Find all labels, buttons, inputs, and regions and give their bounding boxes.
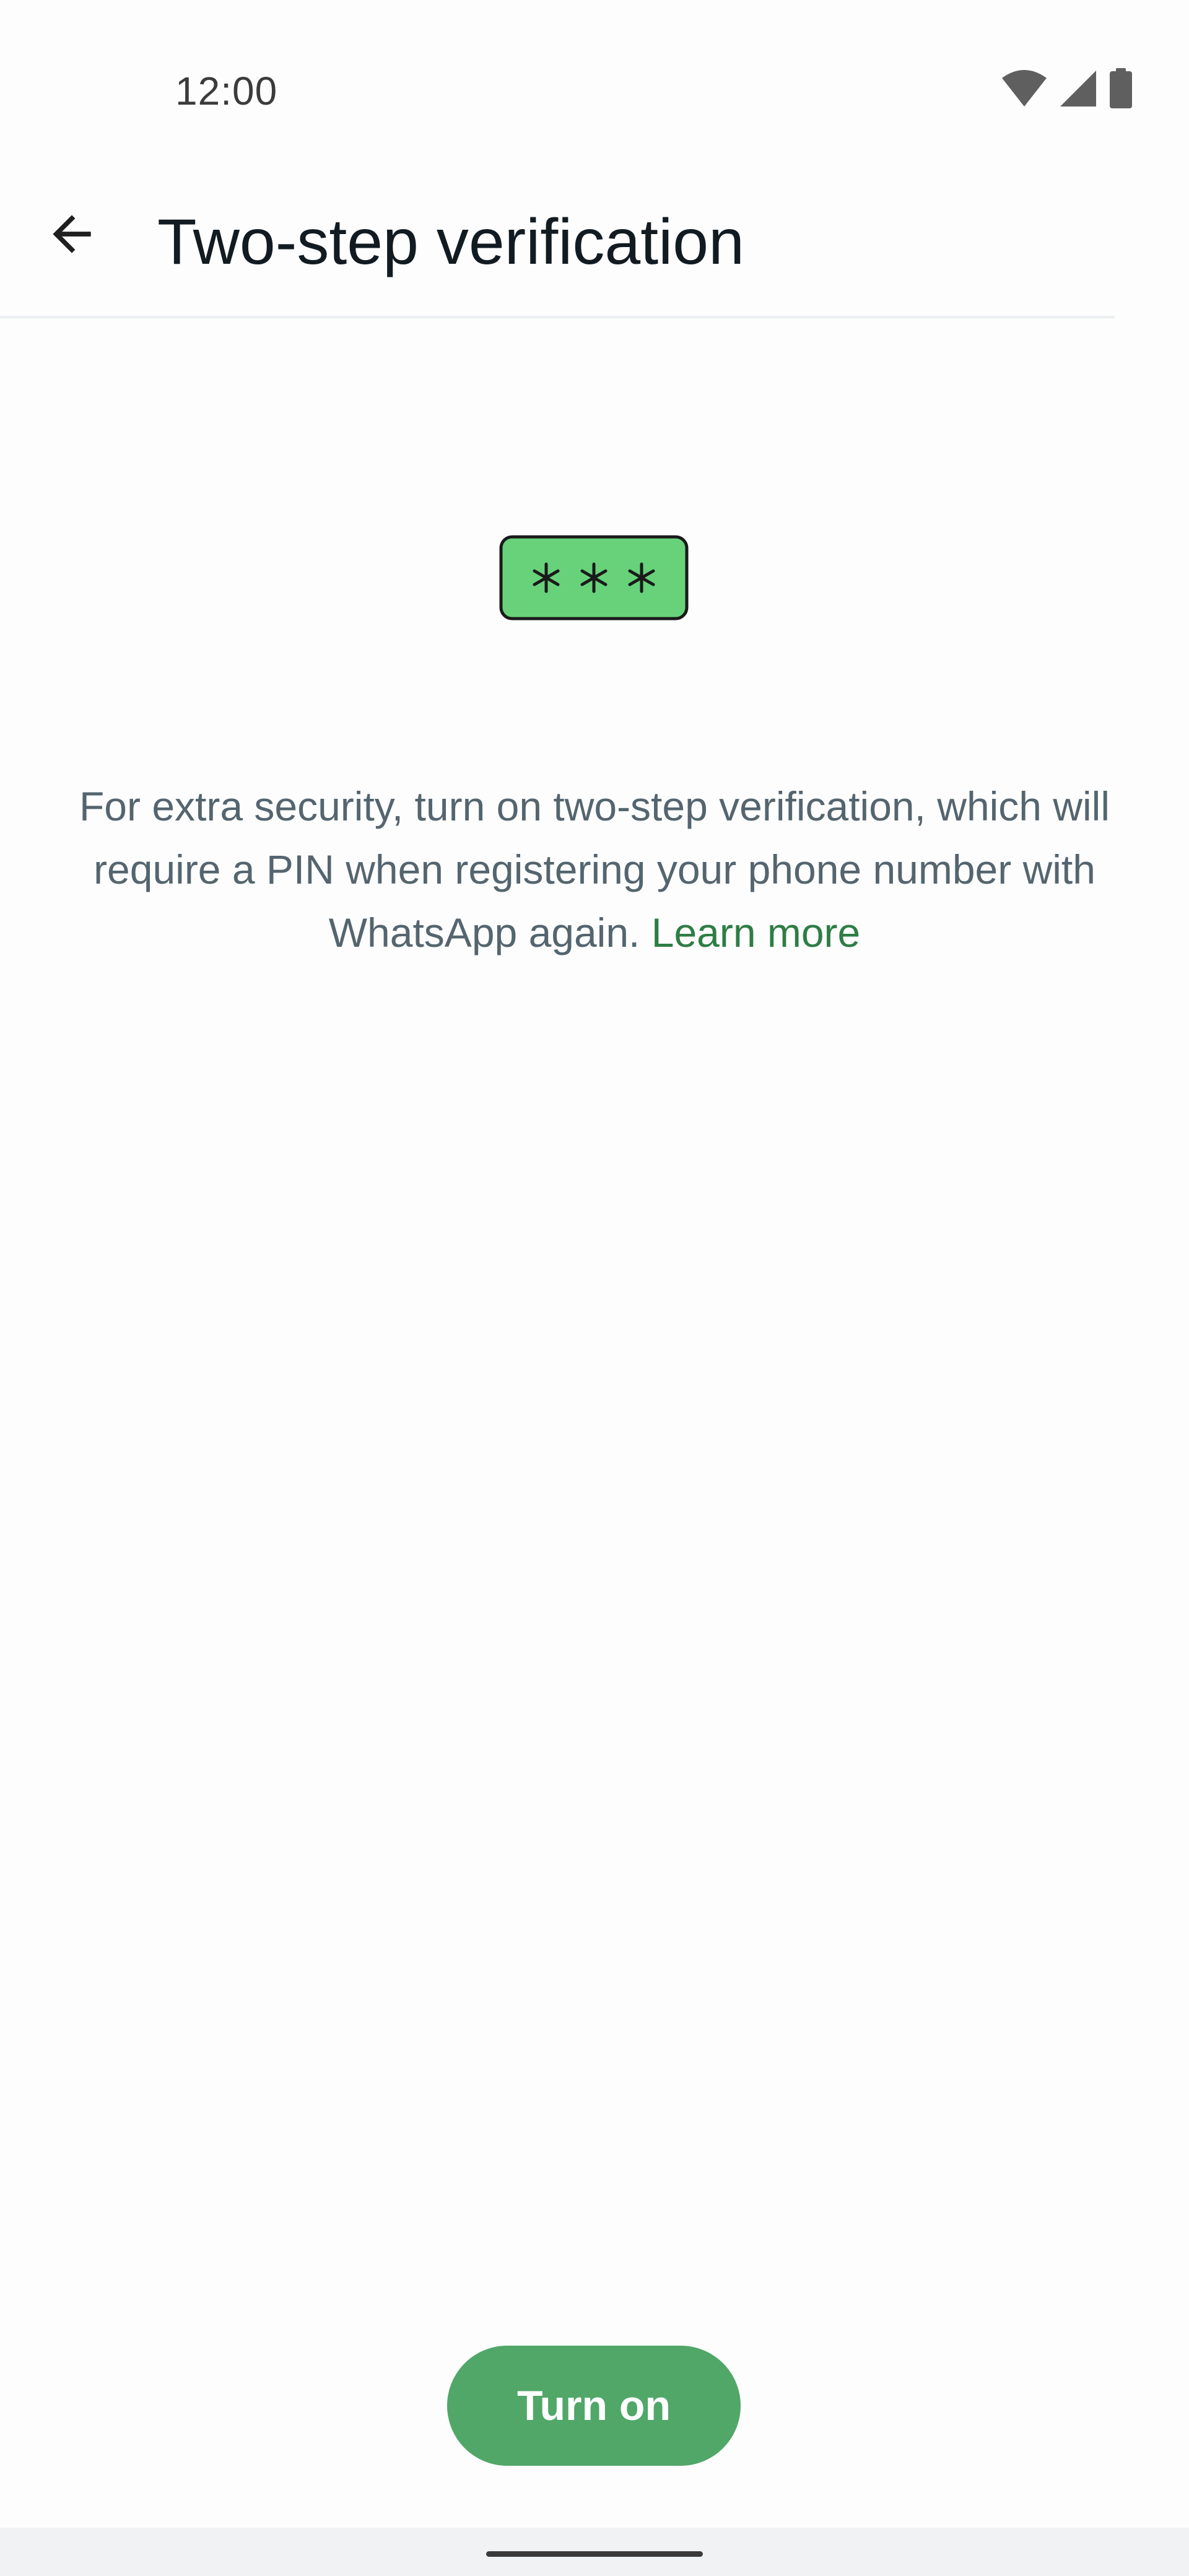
turn-on-button[interactable]: Turn on: [447, 2346, 741, 2466]
wifi-icon: [1001, 69, 1048, 111]
arrow-back-icon: [43, 206, 100, 266]
status-bar: 12:00: [0, 0, 1189, 136]
app-bar: Two-step verification: [0, 167, 1189, 303]
navigation-bar: [0, 2528, 1189, 2576]
status-time: 12:00: [175, 69, 278, 113]
status-icons: [1001, 67, 1133, 112]
description-body: For extra security, turn on two-step ver…: [79, 783, 1110, 955]
cellular-signal-icon: [1059, 69, 1097, 111]
description-text: For extra security, turn on two-step ver…: [62, 775, 1127, 964]
battery-icon: [1108, 67, 1133, 112]
learn-more-link[interactable]: Learn more: [651, 910, 861, 955]
app-bar-divider: [0, 316, 1115, 318]
gesture-handle[interactable]: [486, 2551, 703, 2557]
page-title: Two-step verification: [157, 206, 744, 278]
back-button[interactable]: [35, 198, 109, 272]
pin-illustration: [499, 535, 689, 624]
